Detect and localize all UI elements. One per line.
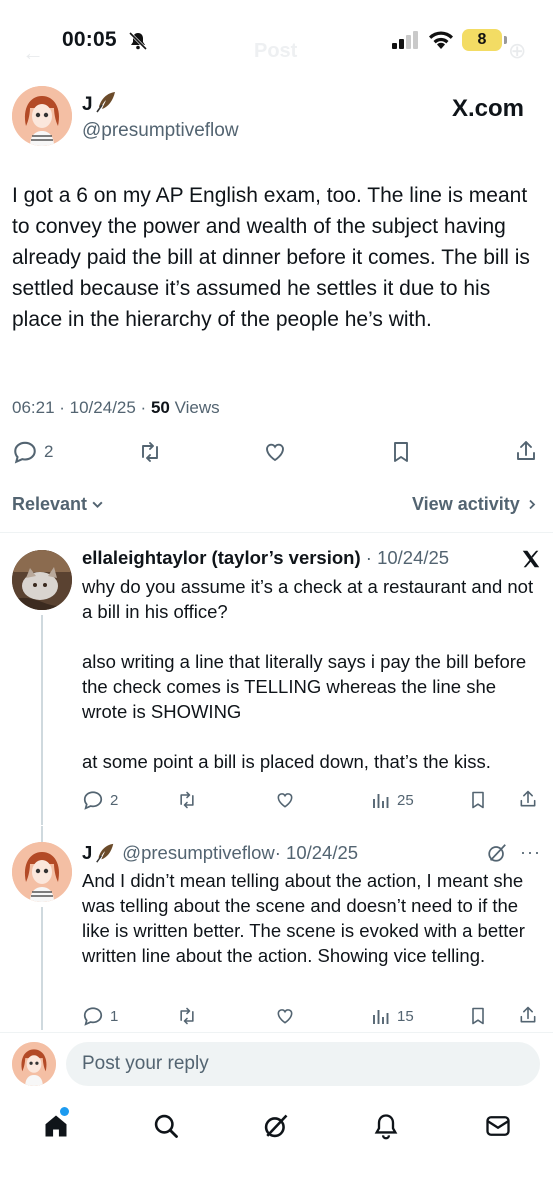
like-icon — [277, 1009, 293, 1024]
author-avatar[interactable] — [12, 86, 72, 146]
sort-dropdown[interactable]: Relevant — [12, 494, 104, 515]
post-views-count: 50 — [150, 398, 170, 417]
status-time: 00:05 — [62, 28, 117, 51]
reply-repost-button[interactable] — [176, 790, 198, 815]
x-logo-icon — [520, 548, 542, 570]
notification-dot — [60, 1107, 69, 1116]
repost-button[interactable] — [137, 440, 163, 469]
reply-date: · 10/24/25 — [365, 547, 450, 568]
share-icon — [520, 1006, 536, 1023]
reply-avatar[interactable] — [12, 842, 72, 902]
reply-count: 1 — [110, 1007, 119, 1025]
divider — [0, 532, 553, 533]
search-icon — [154, 1114, 178, 1138]
post-views-label: Views — [174, 398, 220, 417]
messages-icon — [486, 1116, 510, 1136]
reply-icon — [14, 441, 36, 464]
post-timestamp: 06:21 · 10/24/25 · 50 Views — [12, 398, 220, 417]
nav-notifications[interactable] — [372, 1112, 400, 1140]
reply-header: ellaleightaylor (taylor’s version) · 10/… — [82, 547, 449, 569]
share-icon — [520, 790, 536, 807]
bookmark-icon — [472, 1007, 484, 1025]
reply-button[interactable]: 2 — [12, 439, 53, 465]
reply-views-button[interactable]: 25 — [371, 790, 414, 810]
source-label: X.com — [452, 95, 525, 122]
views-count: 25 — [397, 791, 414, 809]
views-icon — [373, 1010, 389, 1024]
thread-line-lower — [41, 907, 43, 1030]
views-icon — [373, 794, 389, 808]
nav-grok[interactable] — [262, 1112, 290, 1140]
reply-header: J @presumptiveflow · 10/24/25 — [82, 842, 358, 864]
nav-search[interactable] — [152, 1112, 180, 1140]
repost-icon — [180, 791, 194, 809]
like-icon — [277, 793, 293, 808]
thread-line — [41, 615, 43, 825]
thread-line-upper — [41, 826, 43, 842]
bookmark-icon — [394, 442, 408, 462]
reply-icon — [83, 1007, 103, 1026]
signal-icon — [392, 30, 420, 50]
divider — [0, 1032, 553, 1033]
reply-repost-button[interactable] — [176, 1006, 198, 1031]
quill-emoji-icon — [96, 843, 114, 863]
nav-messages[interactable] — [484, 1112, 512, 1140]
header-title: Post — [254, 40, 298, 62]
chevron-right-icon — [529, 499, 536, 510]
reply-text: And I didn’t mean telling about the acti… — [82, 870, 525, 966]
composer-avatar — [12, 1042, 56, 1086]
like-button[interactable] — [262, 440, 288, 469]
views-count: 15 — [397, 1007, 414, 1025]
author-handle[interactable]: @presumptiveflow — [82, 120, 239, 142]
reply-author-name[interactable]: ellaleightaylor (taylor’s version) — [82, 547, 361, 568]
notifications-icon — [374, 1114, 398, 1140]
like-icon — [266, 443, 284, 462]
reply-like-button[interactable] — [274, 1006, 296, 1031]
chevron-down-icon — [92, 501, 103, 509]
view-activity-link[interactable]: View activity — [412, 494, 538, 515]
author-name[interactable]: J — [82, 94, 93, 116]
reply-bookmark-button[interactable] — [468, 1006, 488, 1031]
share-button[interactable] — [514, 439, 538, 468]
repost-icon — [180, 1007, 194, 1025]
reply-reply-button[interactable]: 2 — [82, 789, 118, 811]
grok-icon — [264, 1114, 288, 1138]
nav-home[interactable] — [42, 1112, 70, 1140]
reply-views-button[interactable]: 15 — [371, 1006, 414, 1026]
battery-indicator: 8 — [462, 29, 507, 51]
reply-text: why do you assume it’s a check at a rest… — [82, 576, 534, 772]
reply-share-button[interactable] — [518, 789, 538, 814]
ghost-menu-icon: ⊕ — [508, 38, 527, 63]
grok-icon[interactable] — [486, 842, 508, 864]
back-arrow-icon[interactable]: ← — [22, 40, 44, 66]
reply-reply-button[interactable]: 1 — [82, 1005, 118, 1027]
reply-like-button[interactable] — [274, 790, 296, 815]
repost-icon — [142, 442, 158, 462]
home-icon — [45, 1115, 67, 1137]
reply-bookmark-button[interactable] — [468, 790, 488, 815]
post-text: I got a 6 on my AP English exam, too. Th… — [12, 184, 530, 331]
reply-input[interactable]: Post your reply — [66, 1042, 540, 1086]
reply-avatar[interactable] — [12, 550, 72, 610]
reply-count: 2 — [44, 442, 54, 461]
reply-handle[interactable]: @presumptiveflow — [122, 842, 274, 864]
wifi-icon — [427, 29, 455, 51]
share-icon — [517, 441, 535, 460]
mute-bell-icon — [128, 31, 148, 51]
reply-count: 2 — [110, 791, 119, 809]
more-options-icon[interactable]: ··· — [520, 842, 541, 863]
quill-emoji-icon — [94, 90, 118, 114]
bookmark-button[interactable] — [389, 440, 413, 469]
reply-share-button[interactable] — [518, 1005, 538, 1030]
reply-icon — [83, 791, 103, 810]
reply-author-name[interactable]: J — [82, 842, 92, 864]
bookmark-icon — [472, 791, 484, 809]
reply-date: · 10/24/25 — [274, 842, 359, 863]
